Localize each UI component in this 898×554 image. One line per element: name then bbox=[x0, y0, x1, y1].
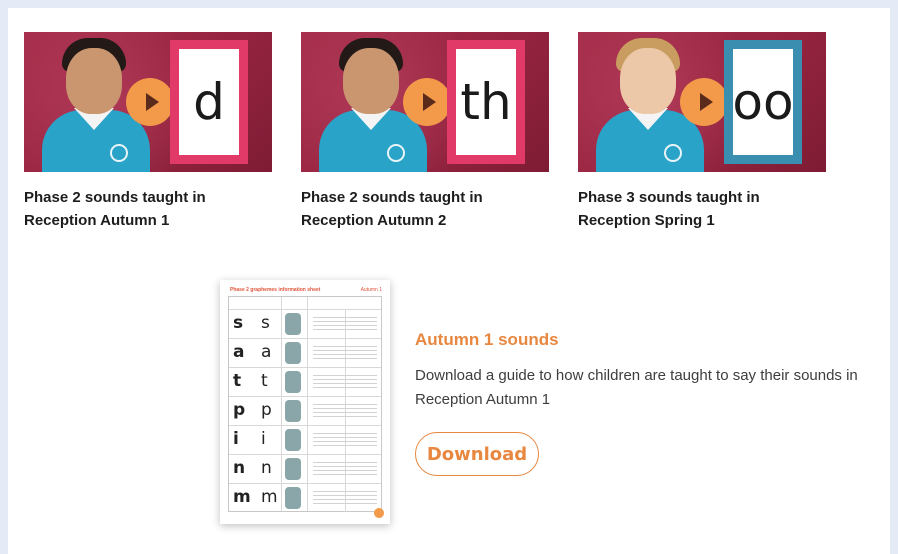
video-card[interactable]: th Phase 2 sounds taught in Reception Au… bbox=[301, 32, 551, 232]
picture-icon bbox=[285, 313, 301, 335]
grapheme-card: th bbox=[447, 40, 525, 164]
resource-title: Autumn 1 sounds bbox=[415, 330, 559, 349]
grapheme-lower: m bbox=[261, 487, 278, 507]
grapheme-lower: i bbox=[261, 429, 266, 449]
grapheme-text: oo bbox=[732, 73, 794, 131]
grapheme-row: tt bbox=[229, 367, 381, 396]
video-thumbnail[interactable]: th bbox=[301, 32, 549, 172]
video-card[interactable]: oo Phase 3 sounds taught in Reception Sp… bbox=[578, 32, 828, 232]
play-icon[interactable] bbox=[403, 78, 451, 126]
grapheme-lower: s bbox=[261, 313, 270, 333]
grapheme-upper: a bbox=[233, 342, 245, 362]
video-title[interactable]: Phase 2 sounds taught in Reception Autum… bbox=[301, 186, 541, 232]
logo-dot-icon bbox=[374, 508, 384, 518]
grapheme-upper: t bbox=[233, 371, 242, 391]
picture-icon bbox=[285, 487, 301, 509]
video-title[interactable]: Phase 2 sounds taught in Reception Autum… bbox=[24, 186, 264, 232]
grapheme-card: d bbox=[170, 40, 248, 164]
grapheme-upper: s bbox=[233, 313, 244, 333]
school-badge bbox=[387, 144, 405, 162]
grapheme-row: nn bbox=[229, 454, 381, 483]
picture-icon bbox=[285, 400, 301, 422]
grapheme-lower: a bbox=[261, 342, 272, 362]
school-badge bbox=[664, 144, 682, 162]
head bbox=[620, 48, 676, 114]
grapheme-upper: p bbox=[233, 400, 246, 420]
picture-icon bbox=[285, 458, 301, 480]
head bbox=[66, 48, 122, 114]
document-preview[interactable]: Phase 2 graphemes information sheet Autu… bbox=[220, 280, 390, 524]
head bbox=[343, 48, 399, 114]
video-title[interactable]: Phase 3 sounds taught in Reception Sprin… bbox=[578, 186, 818, 232]
play-icon[interactable] bbox=[680, 78, 728, 126]
grapheme-text: d bbox=[193, 73, 225, 131]
school-badge bbox=[110, 144, 128, 162]
video-card[interactable]: d Phase 2 sounds taught in Reception Aut… bbox=[24, 32, 274, 232]
grapheme-table: ssaattppiinnmm bbox=[228, 296, 382, 512]
video-thumbnail[interactable]: oo bbox=[578, 32, 826, 172]
picture-icon bbox=[285, 429, 301, 451]
document-heading: Phase 2 graphemes information sheet bbox=[230, 287, 321, 293]
grapheme-lower: p bbox=[261, 400, 272, 420]
grapheme-lower: n bbox=[261, 458, 272, 478]
grapheme-text: th bbox=[460, 73, 512, 131]
grapheme-row: aa bbox=[229, 338, 381, 367]
document-term: Autumn 1 bbox=[360, 287, 382, 293]
grapheme-lower: t bbox=[261, 371, 268, 391]
grapheme-upper: n bbox=[233, 458, 246, 478]
grapheme-card: oo bbox=[724, 40, 802, 164]
resource-info: Autumn 1 sounds Download a guide to how … bbox=[415, 330, 885, 476]
download-button[interactable]: Download bbox=[415, 432, 539, 476]
content-panel: d Phase 2 sounds taught in Reception Aut… bbox=[8, 8, 890, 554]
grapheme-upper: m bbox=[233, 487, 251, 507]
play-icon[interactable] bbox=[126, 78, 174, 126]
grapheme-row: ii bbox=[229, 425, 381, 454]
picture-icon bbox=[285, 342, 301, 364]
video-thumbnail[interactable]: d bbox=[24, 32, 272, 172]
resource-description: Download a guide to how children are tau… bbox=[415, 367, 858, 408]
grapheme-row: mm bbox=[229, 483, 381, 512]
grapheme-row: pp bbox=[229, 396, 381, 425]
picture-icon bbox=[285, 371, 301, 393]
grapheme-row: ss bbox=[229, 309, 381, 338]
grapheme-upper: i bbox=[233, 429, 239, 449]
